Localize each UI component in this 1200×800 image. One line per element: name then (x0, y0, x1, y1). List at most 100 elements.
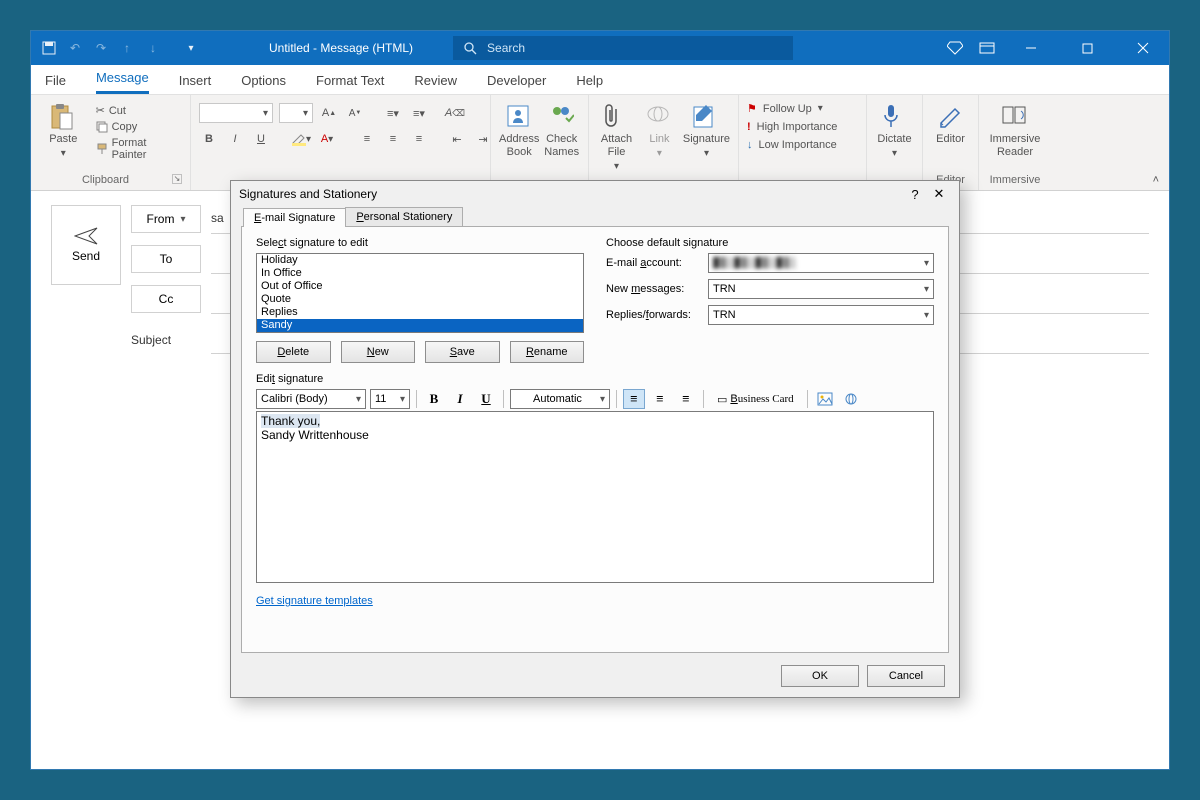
align-center-icon[interactable]: ≡ (383, 129, 403, 149)
editor-align-left-button[interactable]: ≡ (623, 389, 645, 409)
from-button[interactable]: From▾ (131, 205, 201, 233)
undo-icon[interactable]: ↶ (67, 40, 83, 56)
editor-line: Sandy Writtenhouse (261, 428, 369, 442)
immersive-reader-button[interactable]: Immersive Reader (987, 99, 1043, 159)
new-messages-combo[interactable]: TRN▾ (708, 279, 934, 299)
tab-format-text[interactable]: Format Text (316, 67, 384, 94)
editor-align-right-button[interactable]: ≡ (675, 389, 697, 409)
editor-bold-button[interactable]: B (423, 389, 445, 409)
link-button[interactable]: Link▾ (640, 99, 679, 160)
list-item[interactable]: Replies (257, 306, 583, 319)
select-signature-label: Select signature to edit (256, 237, 584, 249)
tab-personal-stationery[interactable]: Personal Stationery (345, 207, 463, 226)
redo-icon[interactable]: ↷ (93, 40, 109, 56)
microphone-icon (881, 103, 909, 131)
save-button[interactable]: Save (425, 341, 500, 363)
editor-fontsize-combo[interactable]: 11▾ (370, 389, 410, 409)
editor-color-combo[interactable]: Automatic▾ (510, 389, 610, 409)
shrink-font-icon[interactable]: A▼ (345, 103, 365, 123)
tab-review[interactable]: Review (414, 67, 457, 94)
tab-email-signature[interactable]: E-mail Signature (243, 208, 346, 227)
bullets-icon[interactable]: ≡▾ (383, 103, 403, 123)
tab-file[interactable]: File (45, 67, 66, 94)
to-button[interactable]: To (131, 245, 201, 273)
list-item[interactable]: Holiday (257, 254, 583, 267)
check-names-button[interactable]: Check Names (543, 99, 580, 159)
dialog-close-button[interactable]: ✕ (927, 186, 951, 202)
send-icon (74, 227, 98, 245)
bold-button[interactable]: B (199, 129, 219, 149)
editor-button[interactable]: Editor (931, 99, 970, 146)
signature-listbox[interactable]: Holiday In Office Out of Office Quote Re… (256, 253, 584, 333)
tab-options[interactable]: Options (241, 67, 286, 94)
tab-message[interactable]: Message (96, 64, 149, 94)
high-importance-button[interactable]: !High Importance (747, 120, 837, 134)
ribbon-display-icon[interactable] (979, 42, 995, 54)
list-item-selected[interactable]: Sandy (257, 319, 583, 332)
insert-hyperlink-button[interactable] (840, 389, 862, 409)
dialog-launcher-icon[interactable]: ↘ (172, 174, 182, 184)
get-templates-link[interactable]: Get signature templates (256, 595, 373, 607)
format-painter-button[interactable]: Format Painter (92, 136, 182, 162)
tab-developer[interactable]: Developer (487, 67, 546, 94)
paste-button[interactable]: Paste ▾ (39, 99, 88, 160)
replies-forwards-combo[interactable]: TRN▾ (708, 305, 934, 325)
tab-help[interactable]: Help (576, 67, 603, 94)
list-item[interactable]: Quote (257, 293, 583, 306)
align-left-icon[interactable]: ≡ (357, 129, 377, 149)
cc-button[interactable]: Cc (131, 285, 201, 313)
editor-font-combo[interactable]: Calibri (Body)▾ (256, 389, 366, 409)
maximize-button[interactable] (1067, 31, 1107, 65)
editor-align-center-button[interactable]: ≡ (649, 389, 671, 409)
business-card-button[interactable]: ▭Business Card (710, 389, 801, 409)
attach-file-button[interactable]: Attach File▾ (597, 99, 636, 173)
dialog-help-button[interactable]: ? (903, 187, 927, 202)
search-box[interactable] (453, 36, 793, 60)
copy-button[interactable]: Copy (92, 120, 182, 134)
collapse-ribbon-icon[interactable]: ˄ (1153, 174, 1159, 186)
grow-font-icon[interactable]: A▲ (319, 103, 339, 123)
follow-up-button[interactable]: ⚑Follow Up▾ (747, 101, 823, 116)
search-input[interactable] (487, 41, 783, 55)
down-arrow-icon[interactable]: ↓ (145, 40, 161, 56)
font-color-icon[interactable]: A▾ (317, 129, 337, 149)
rename-button[interactable]: Rename (510, 341, 585, 363)
cancel-button[interactable]: Cancel (867, 665, 945, 687)
address-book-button[interactable]: Address Book (499, 99, 539, 159)
font-name-combo[interactable]: ▾ (199, 103, 273, 123)
list-item[interactable]: In Office (257, 267, 583, 280)
dictate-button[interactable]: Dictate▾ (875, 99, 914, 160)
close-button[interactable] (1123, 31, 1163, 65)
editor-line: Thank you, (261, 414, 320, 428)
increase-indent-icon[interactable]: ⇥ (473, 129, 493, 149)
font-size-combo[interactable]: ▾ (279, 103, 313, 123)
numbering-icon[interactable]: ≡▾ (409, 103, 429, 123)
signature-editor[interactable]: Thank you, Sandy Writtenhouse (256, 411, 934, 583)
editor-underline-button[interactable]: U (475, 389, 497, 409)
save-icon[interactable] (41, 40, 57, 56)
cut-button[interactable]: ✂Cut (92, 103, 182, 118)
minimize-button[interactable] (1011, 31, 1051, 65)
qat-customize-icon[interactable]: ▾ (183, 40, 199, 56)
low-importance-button[interactable]: ↓Low Importance (747, 138, 837, 152)
underline-button[interactable]: U (251, 129, 271, 149)
tab-insert[interactable]: Insert (179, 67, 212, 94)
highlight-icon[interactable]: ▾ (291, 129, 311, 149)
card-icon: ▭ (717, 393, 727, 406)
delete-button[interactable]: Delete (256, 341, 331, 363)
signature-button[interactable]: Signature▾ (683, 99, 730, 160)
clear-formatting-icon[interactable]: A⌫ (445, 103, 465, 123)
email-account-combo[interactable]: ▓▒░▓▒░▓▒░▓▒░▾ (708, 253, 934, 273)
editor-italic-button[interactable]: I (449, 389, 471, 409)
new-button[interactable]: New (341, 341, 416, 363)
send-button[interactable]: Send (51, 205, 121, 285)
align-right-icon[interactable]: ≡ (409, 129, 429, 149)
decrease-indent-icon[interactable]: ⇤ (447, 129, 467, 149)
check-names-icon (548, 103, 576, 131)
diamond-icon[interactable] (947, 41, 963, 55)
italic-button[interactable]: I (225, 129, 245, 149)
ok-button[interactable]: OK (781, 665, 859, 687)
insert-picture-button[interactable] (814, 389, 836, 409)
up-arrow-icon[interactable]: ↑ (119, 40, 135, 56)
list-item[interactable]: Out of Office (257, 280, 583, 293)
